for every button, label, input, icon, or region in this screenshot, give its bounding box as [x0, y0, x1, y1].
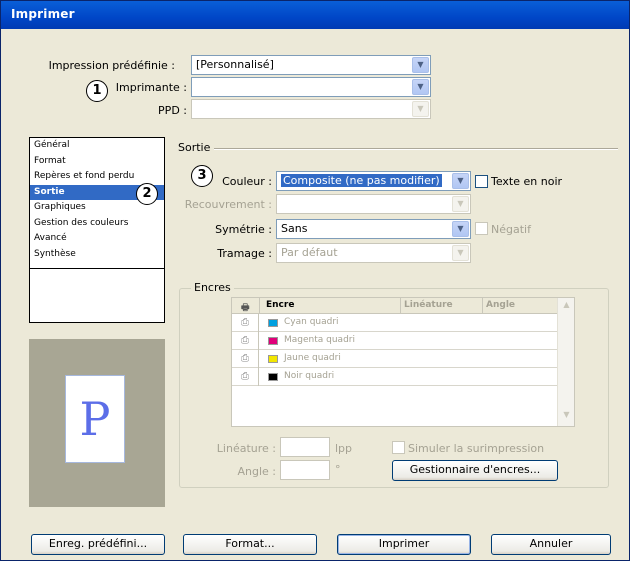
angle-input[interactable]: [280, 460, 330, 480]
color-select[interactable]: Composite (ne pas modifier) ▼: [276, 171, 471, 191]
simulate-overprint-checkbox[interactable]: [392, 441, 405, 454]
inks-scrollbar[interactable]: ▲ ▼: [557, 298, 574, 426]
symmetry-value: Sans: [281, 222, 308, 235]
category-list: Général Format Repères et fond perdu Sor…: [29, 137, 165, 323]
ink-row-magenta[interactable]: ⎙ Magenta quadri: [232, 332, 557, 350]
print-dialog: Imprimer Impression prédéfinie : [Person…: [0, 0, 630, 561]
preview-page: P: [65, 375, 125, 463]
ink-name: Noir quadri: [284, 371, 335, 381]
frequency-unit: lpp: [335, 442, 353, 455]
chevron-down-icon[interactable]: ▼: [412, 101, 429, 117]
inks-table: 🖶 Encre Linéature Angle ⎙ Cyan quadri ⎙ …: [231, 297, 575, 427]
chevron-down-icon[interactable]: ▼: [452, 245, 469, 261]
angle-label: Angle :: [237, 465, 276, 478]
ink-row-yellow[interactable]: ⎙ Jaune quadri: [232, 350, 557, 368]
chevron-down-icon[interactable]: ▼: [412, 79, 429, 95]
category-advanced[interactable]: Avancé: [30, 231, 164, 247]
scroll-down-icon[interactable]: ▼: [560, 410, 573, 424]
negative-label: Négatif: [491, 223, 531, 236]
category-general[interactable]: Général: [30, 138, 164, 154]
ppd-select[interactable]: ▼: [191, 99, 431, 119]
screening-select[interactable]: Par défaut ▼: [276, 243, 471, 263]
callout-2: 2: [136, 183, 158, 205]
ink-swatch: [268, 337, 278, 345]
category-summary[interactable]: Synthèse: [30, 247, 164, 263]
preset-select[interactable]: [Personnalisé] ▼: [191, 55, 431, 75]
chevron-down-icon[interactable]: ▼: [452, 196, 469, 212]
symmetry-select[interactable]: Sans ▼: [276, 219, 471, 239]
trapping-select[interactable]: ▼: [276, 194, 471, 214]
page-preview: P: [29, 339, 165, 507]
section-divider: [214, 148, 618, 150]
cancel-button[interactable]: Annuler: [491, 534, 611, 555]
print-ink-toggle-icon[interactable]: ⎙: [232, 350, 259, 368]
trapping-label: Recouvrement :: [184, 198, 272, 211]
symmetry-label: Symétrie :: [215, 223, 272, 236]
ppd-label: PPD :: [158, 104, 187, 117]
col-divider: [482, 298, 483, 314]
col-angle: Angle: [486, 300, 516, 310]
chevron-down-icon[interactable]: ▼: [452, 221, 469, 237]
print-ink-toggle-icon[interactable]: ⎙: [232, 314, 259, 332]
scroll-up-icon[interactable]: ▲: [560, 300, 573, 314]
ink-swatch: [268, 373, 278, 381]
ink-name: Magenta quadri: [284, 335, 355, 345]
ink-swatch: [268, 355, 278, 363]
screening-label: Tramage :: [217, 247, 272, 260]
ink-row-cyan[interactable]: ⎙ Cyan quadri: [232, 314, 557, 332]
preset-value: [Personnalisé]: [196, 58, 274, 71]
text-in-black-checkbox[interactable]: [475, 175, 488, 188]
col-frequency: Linéature: [404, 300, 453, 310]
ink-row-black[interactable]: ⎙ Noir quadri: [232, 368, 557, 386]
ink-manager-button[interactable]: Gestionnaire d'encres...: [392, 460, 558, 481]
print-button[interactable]: Imprimer: [337, 534, 471, 555]
ink-name: Cyan quadri: [284, 317, 339, 327]
ink-swatch: [268, 319, 278, 327]
printer-select[interactable]: ▼: [191, 77, 431, 97]
print-ink-toggle-icon[interactable]: ⎙: [232, 332, 259, 350]
angle-unit: °: [335, 463, 341, 476]
window-title: Imprimer: [1, 1, 629, 29]
frequency-label: Linéature :: [216, 442, 276, 455]
col-divider: [259, 298, 260, 314]
setup-button[interactable]: Format...: [183, 534, 317, 555]
negative-checkbox[interactable]: [475, 222, 488, 235]
simulate-overprint-label: Simuler la surimpression: [408, 442, 545, 455]
category-color-management[interactable]: Gestion des couleurs: [30, 216, 164, 232]
section-title: Sortie: [178, 141, 211, 154]
text-in-black-label: Texte en noir: [491, 175, 563, 188]
chevron-down-icon[interactable]: ▼: [412, 57, 429, 73]
frequency-input[interactable]: [280, 437, 330, 457]
category-format[interactable]: Format: [30, 154, 164, 170]
print-ink-toggle-icon[interactable]: ⎙: [232, 368, 259, 386]
col-divider: [400, 298, 401, 314]
inks-table-header: 🖶 Encre Linéature Angle: [232, 298, 557, 314]
category-divider: [30, 268, 164, 269]
inks-group-title: Encres: [191, 281, 234, 294]
color-value: Composite (ne pas modifier): [281, 174, 442, 187]
preset-label: Impression prédéfinie :: [48, 59, 175, 72]
ink-name: Jaune quadri: [284, 353, 341, 363]
screening-value: Par défaut: [281, 246, 338, 259]
save-preset-button[interactable]: Enreg. prédéfini...: [31, 534, 165, 555]
col-ink: Encre: [266, 300, 295, 310]
color-label: Couleur :: [222, 175, 272, 188]
category-marks-bleed[interactable]: Repères et fond perdu: [30, 169, 164, 185]
chevron-down-icon[interactable]: ▼: [452, 173, 469, 189]
printer-label: Imprimante :: [115, 81, 187, 94]
